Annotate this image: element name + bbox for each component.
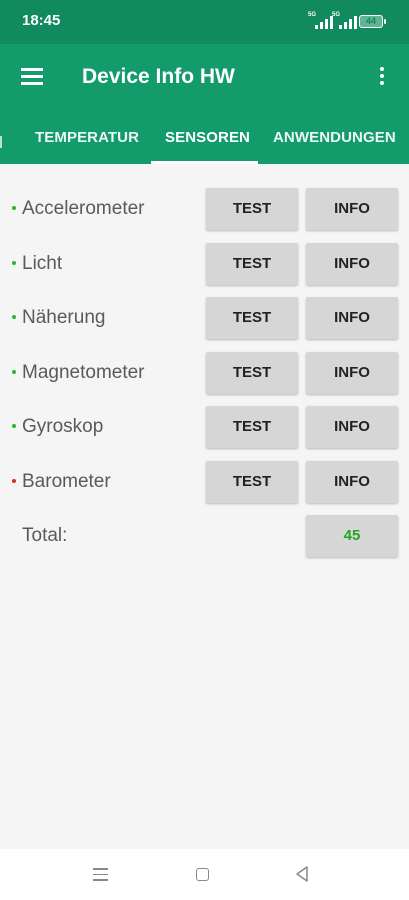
- info-button[interactable]: INFO: [306, 461, 398, 503]
- back-icon[interactable]: [295, 865, 309, 883]
- sensor-status-dot: [12, 370, 16, 374]
- system-nav-bar: [0, 849, 409, 900]
- test-button[interactable]: TEST: [206, 406, 298, 448]
- total-row: Total: 45: [0, 515, 409, 559]
- sensor-row: Barometer TEST INFO: [0, 461, 409, 505]
- home-icon[interactable]: [196, 868, 209, 881]
- sensor-status-dot: [12, 206, 16, 210]
- info-button[interactable]: INFO: [306, 188, 398, 230]
- test-button[interactable]: TEST: [206, 243, 298, 285]
- signal-icon: 5G: [332, 12, 357, 29]
- sensor-status-dot: [12, 424, 16, 428]
- info-button[interactable]: INFO: [306, 352, 398, 394]
- tab-scroll-edge: [0, 136, 2, 148]
- status-time: 18:45: [22, 12, 61, 29]
- test-button[interactable]: TEST: [206, 352, 298, 394]
- tab-anwendungen[interactable]: ANWENDUNGEN: [273, 129, 396, 146]
- sensor-row: Accelerometer TEST INFO: [0, 188, 409, 232]
- tab-temperatur[interactable]: TEMPERATUR: [35, 129, 139, 146]
- hamburger-menu-icon[interactable]: [21, 68, 43, 86]
- tab-sensoren[interactable]: SENSOREN: [165, 129, 250, 146]
- info-button[interactable]: INFO: [306, 243, 398, 285]
- app-title: Device Info HW: [82, 65, 235, 88]
- sensor-name: Accelerometer: [22, 198, 145, 219]
- test-button[interactable]: TEST: [206, 188, 298, 230]
- sensor-status-dot: [12, 315, 16, 319]
- sensor-name: Barometer: [22, 471, 111, 492]
- sensor-row: Magnetometer TEST INFO: [0, 352, 409, 396]
- signal-icon: 5G: [308, 12, 333, 29]
- sensor-name: Näherung: [22, 307, 106, 328]
- info-button[interactable]: INFO: [306, 406, 398, 448]
- more-vertical-icon[interactable]: [378, 67, 386, 89]
- sensor-status-dot: [12, 261, 16, 265]
- total-value-button[interactable]: 45: [306, 515, 398, 557]
- sensor-status-dot: [12, 479, 16, 483]
- battery-icon: 44: [359, 15, 386, 28]
- info-button[interactable]: INFO: [306, 297, 398, 339]
- sensor-list: Accelerometer TEST INFO Licht TEST INFO …: [0, 164, 409, 849]
- test-button[interactable]: TEST: [206, 461, 298, 503]
- tab-bar: TEMPERATUR SENSOREN ANWENDUNGEN: [0, 110, 409, 164]
- sensor-row: Näherung TEST INFO: [0, 297, 409, 341]
- sensor-row: Gyroskop TEST INFO: [0, 406, 409, 450]
- status-bar: 18:45 5G 5G 44: [0, 0, 409, 44]
- signal-type-label: 5G: [308, 12, 317, 18]
- signal-type-label: 5G: [332, 12, 341, 18]
- recent-apps-icon[interactable]: [93, 868, 108, 881]
- test-button[interactable]: TEST: [206, 297, 298, 339]
- sensor-name: Licht: [22, 253, 63, 274]
- total-label: Total:: [22, 525, 68, 546]
- sensor-name: Gyroskop: [22, 416, 104, 437]
- sensor-name: Magnetometer: [22, 362, 145, 383]
- app-bar: Device Info HW: [0, 44, 409, 110]
- sensor-row: Licht TEST INFO: [0, 243, 409, 287]
